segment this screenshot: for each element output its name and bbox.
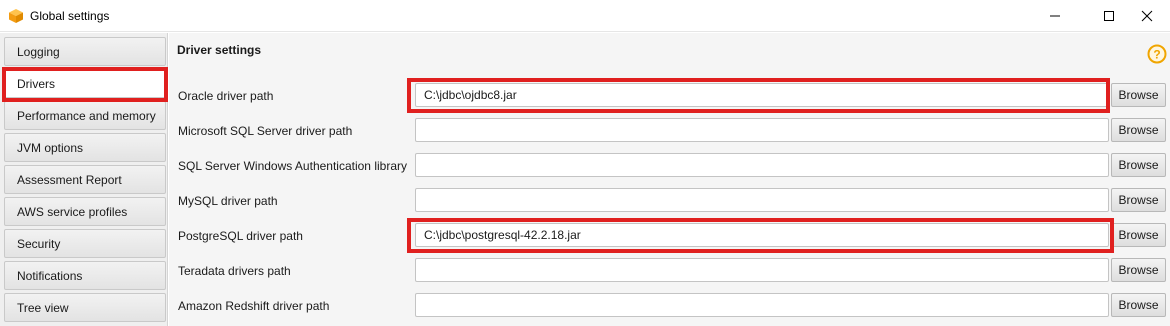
sidebar-item-aws-service-profiles[interactable]: AWS service profiles [4, 197, 166, 226]
close-icon [1141, 10, 1153, 22]
postgresql-browse-button[interactable]: Browse [1111, 223, 1166, 247]
minimize-icon [1050, 15, 1060, 17]
mssql-driver-label: Microsoft SQL Server driver path [178, 124, 353, 138]
maximize-icon [1104, 11, 1114, 21]
sidebar-item-assessment-report[interactable]: Assessment Report [4, 165, 166, 194]
mysql-driver-path-input[interactable] [415, 188, 1109, 212]
oracle-driver-label: Oracle driver path [178, 89, 274, 103]
oracle-driver-path-input[interactable] [415, 83, 1109, 107]
close-button[interactable] [1124, 0, 1170, 32]
oracle-browse-button[interactable]: Browse [1111, 83, 1166, 107]
aws-box-icon [9, 9, 23, 23]
minimize-button[interactable] [1032, 0, 1078, 32]
teradata-browse-button[interactable]: Browse [1111, 258, 1166, 282]
svg-text:?: ? [1153, 48, 1160, 62]
mysql-driver-label: MySQL driver path [178, 194, 278, 208]
title-bar: Global settings [0, 0, 1170, 32]
sidebar-item-security[interactable]: Security [4, 229, 166, 258]
postgresql-driver-path-input[interactable] [415, 223, 1109, 247]
window-title: Global settings [30, 9, 110, 23]
mssql-driver-path-input[interactable] [415, 118, 1109, 142]
mssql-browse-button[interactable]: Browse [1111, 118, 1166, 142]
teradata-driver-label: Teradata drivers path [178, 264, 291, 278]
mysql-browse-button[interactable]: Browse [1111, 188, 1166, 212]
section-title: Driver settings [177, 43, 262, 57]
postgresql-driver-label: PostgreSQL driver path [178, 229, 303, 243]
sidebar-item-logging[interactable]: Logging [4, 37, 166, 66]
redshift-driver-label: Amazon Redshift driver path [178, 299, 330, 313]
question-circle-icon[interactable]: ? [1147, 44, 1167, 64]
sqlserver-auth-browse-button[interactable]: Browse [1111, 153, 1166, 177]
sqlserver-auth-library-label: SQL Server Windows Authentication librar… [178, 159, 407, 173]
teradata-driver-path-input[interactable] [415, 258, 1109, 282]
driver-settings-panel: Driver settings ? Oracle driver path Bro… [169, 33, 1170, 326]
sidebar-item-notifications[interactable]: Notifications [4, 261, 166, 290]
redshift-browse-button[interactable]: Browse [1111, 293, 1166, 317]
sidebar-item-drivers[interactable]: Drivers [4, 69, 166, 98]
sqlserver-auth-library-input[interactable] [415, 153, 1109, 177]
sidebar-item-jvm-options[interactable]: JVM options [4, 133, 166, 162]
settings-sidebar: Logging Drivers Performance and memory J… [0, 33, 168, 326]
sidebar-item-performance-and-memory[interactable]: Performance and memory [4, 101, 166, 130]
redshift-driver-path-input[interactable] [415, 293, 1109, 317]
sidebar-item-tree-view[interactable]: Tree view [4, 293, 166, 322]
